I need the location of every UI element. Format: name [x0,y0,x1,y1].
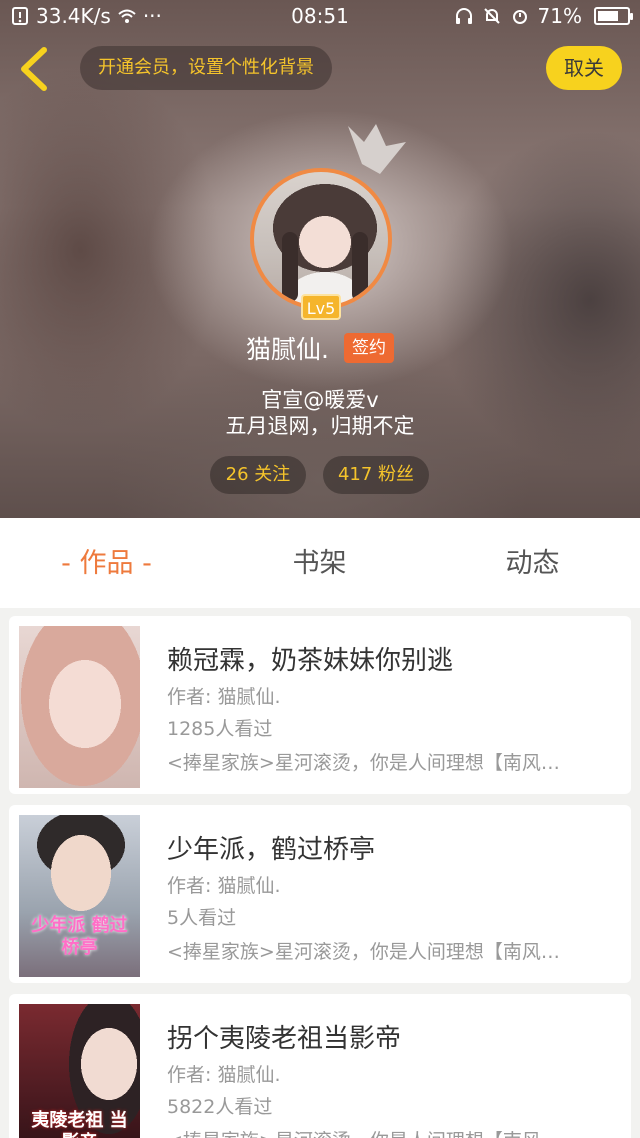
book-card[interactable]: 赖冠霖，奶茶妹妹你别逃 作者: 猫腻仙. 1285人看过 <捧星家族>星河滚烫，… [9,616,631,794]
book-views: 5822人看过 [167,1096,273,1118]
book-cover[interactable]: 少年派 鹤过桥亭 [19,815,140,977]
name-row: 猫腻仙. 签约 [0,330,640,366]
book-card[interactable]: 少年派 鹤过桥亭 少年派，鹤过桥亭 作者: 猫腻仙. 5人看过 <捧星家族>星河… [9,805,631,983]
book-title[interactable]: 赖冠霖，奶茶妹妹你别逃 [167,640,453,677]
profile-tabs: - 作品 - 书架 动态 [0,518,640,608]
level-badge: Lv5 [301,294,341,320]
vip-background-promo[interactable]: 开通会员，设置个性化背景 [80,46,332,90]
book-views: 1285人看过 [167,718,273,740]
avatar-image [250,168,392,310]
book-title[interactable]: 拐个夷陵老祖当影帝 [167,1018,401,1055]
cover-title: 夷陵老祖 当影帝 [31,1110,128,1138]
book-tags: <捧星家族>星河滚烫，你是人间理想【南风… [167,1126,597,1138]
book-cover[interactable]: 夷陵老祖 当影帝 [19,1004,140,1138]
status-right: 71% [454,4,633,28]
profile-header: 33.4K/s ··· 08:51 71% 开通会员，设置个性化背景 取关 Lv… [0,0,640,518]
username: 猫腻仙. [245,335,329,364]
book-tags: <捧星家族>星河滚烫，你是人间理想【南风… [167,752,560,774]
book-card[interactable]: 夷陵老祖 当影帝 拐个夷陵老祖当影帝 作者: 猫腻仙. 5822人看过 <捧星家… [9,994,631,1138]
book-author: 作者: 猫腻仙. [167,875,281,897]
avatar[interactable] [250,168,392,310]
tab-works[interactable]: - 作品 - [0,518,213,608]
book-tags: <捧星家族>星河滚烫，你是人间理想【南风… [167,941,560,963]
battery-icon [594,7,633,25]
profile-page: 33.4K/s ··· 08:51 71% 开通会员，设置个性化背景 取关 Lv… [0,0,640,1138]
avatar-hair-right [352,232,368,302]
book-views: 5人看过 [167,907,237,929]
signed-badge: 签约 [344,333,395,363]
back-arrow-icon[interactable] [16,46,52,92]
following-count[interactable]: 26 关注 [210,456,306,494]
unfollow-button[interactable]: 取关 [546,46,622,90]
tab-bookshelf[interactable]: 书架 [213,518,426,608]
alarm-off-icon [483,8,500,24]
book-cover[interactable] [19,626,140,788]
book-author: 作者: 猫腻仙. [167,1064,281,1086]
fans-count[interactable]: 417 粉丝 [323,456,429,494]
battery-fill [598,11,618,21]
bio-line-2: 五月退网，归期不定 [225,414,415,438]
cover-title: 少年派 鹤过桥亭 [31,915,128,958]
book-title[interactable]: 少年派，鹤过桥亭 [167,829,375,866]
tab-activity[interactable]: 动态 [426,518,639,608]
headset-icon [455,8,472,24]
works-list: 赖冠霖，奶茶妹妹你别逃 作者: 猫腻仙. 1285人看过 <捧星家族>星河滚烫，… [0,608,640,1138]
alarm-icon [512,10,527,24]
status-bar: 33.4K/s ··· 08:51 71% [0,0,640,34]
battery-percent: 71% [537,4,582,28]
book-author: 作者: 猫腻仙. [167,686,281,708]
avatar-hair-left [282,232,298,302]
